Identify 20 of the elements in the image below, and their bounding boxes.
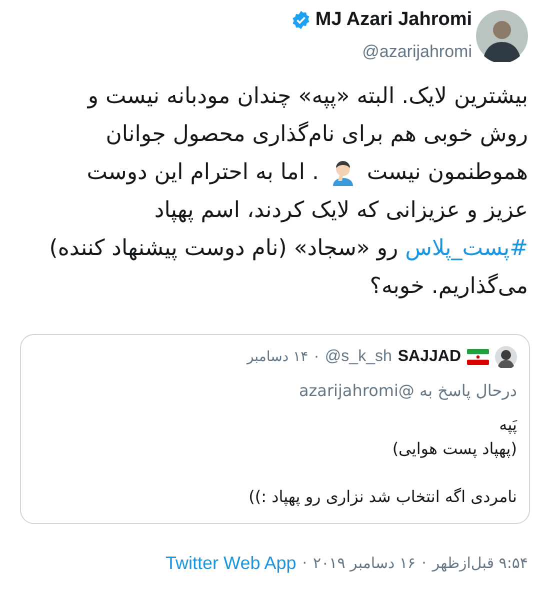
avatar bbox=[476, 10, 528, 62]
quoted-tweet-line: پَپه bbox=[498, 414, 517, 436]
tweet-date: ۱۶ دسامبر ۲۰۱۹ bbox=[313, 553, 416, 574]
avatar bbox=[495, 346, 517, 368]
author-handle[interactable]: @azarijahromi bbox=[362, 38, 472, 64]
separator-dot: · bbox=[314, 346, 319, 368]
tweet-text: بیشترین لایک. البته «پپه» چندان مودبانه نیست و روش خوبی هم برای نام‌گذاری محصول جوانان هموطنمون نیست . اما به احترام این دوست عزیز و عزیزانی که لایک کردند، اسم پهپاد #پست_پلاس رو «سجاد» (نام دوست پیشنهاد کننده) می‌گذاریم. خوبه؟ bbox=[48, 83, 528, 301]
quoted-author-handle[interactable]: @s_k_sh bbox=[324, 345, 392, 369]
reply-to-text: درحال پاسخ به @azarijahromi bbox=[298, 380, 517, 402]
source-link[interactable]: Twitter Web App bbox=[166, 550, 296, 577]
tweet-time: ۹:۵۴ قبل‌ازظهر bbox=[432, 553, 528, 574]
flag-icon bbox=[467, 349, 489, 365]
hashtag-link[interactable]: #پست_پلاس bbox=[405, 236, 528, 261]
quoted-tweet-line: (پهپاد پست هوایی) bbox=[391, 438, 517, 460]
separator-dot: · bbox=[302, 553, 308, 574]
quoted-author-name[interactable]: SAJJAD bbox=[398, 345, 461, 369]
separator-dot: · bbox=[422, 553, 426, 574]
quoted-date: ۱۴ دسامبر bbox=[246, 348, 308, 366]
quoted-tweet-line: نامردی اگه انتخاب شد نزاری رو پهپاد :)) bbox=[248, 486, 517, 508]
author-name[interactable]: MJ Azari Jahromi bbox=[315, 6, 472, 34]
